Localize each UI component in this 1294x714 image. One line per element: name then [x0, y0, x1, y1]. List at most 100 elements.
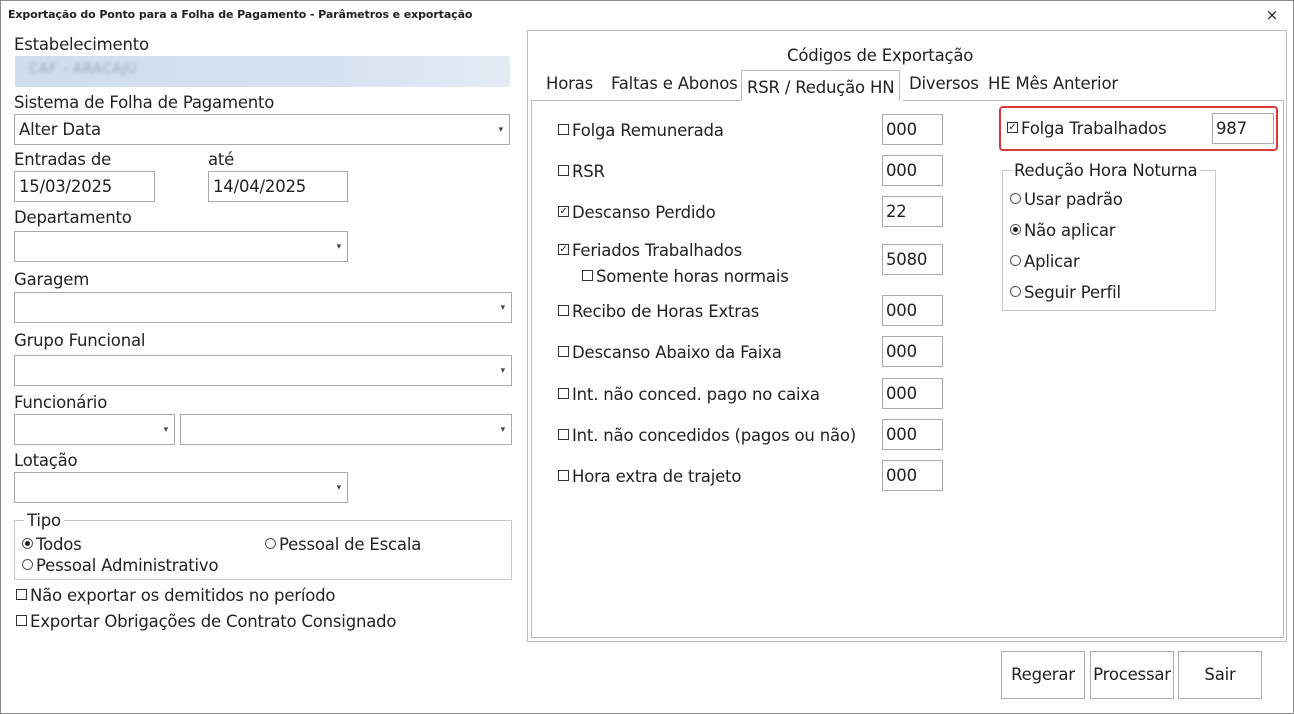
- checkbox-feriados-trabalhados[interactable]: ✓ Feriados Trabalhados: [558, 241, 742, 260]
- code-rsr[interactable]: 000: [882, 155, 943, 186]
- radio-selected-icon: [1010, 224, 1021, 235]
- funcionario-label: Funcionário: [14, 393, 108, 412]
- item-label: Descanso Perdido: [572, 203, 716, 222]
- entradas-de-value: 15/03/2025: [19, 177, 113, 196]
- nao-exportar-label: Não exportar os demitidos no período: [30, 586, 336, 605]
- checkbox-folga-trabalhados[interactable]: ✓ Folga Trabalhados: [1007, 119, 1167, 138]
- code-hora-extra-trajeto[interactable]: 000: [882, 460, 943, 491]
- grupo-label: Grupo Funcional: [14, 331, 146, 350]
- close-icon[interactable]: ×: [1262, 4, 1282, 26]
- radio-admin-label: Pessoal Administrativo: [36, 556, 219, 575]
- code-recibo-horas-extras[interactable]: 000: [882, 295, 943, 326]
- tab-diversos[interactable]: Diversos: [909, 74, 979, 93]
- radio-aplicar[interactable]: Aplicar: [1010, 252, 1080, 271]
- code-folga-remunerada[interactable]: 000: [882, 114, 943, 145]
- garagem-select[interactable]: ▾: [14, 292, 512, 323]
- radio-icon: [265, 538, 276, 549]
- sair-label: Sair: [1204, 665, 1236, 684]
- tab-he-mes-anterior[interactable]: HE Mês Anterior: [988, 74, 1118, 93]
- tab-horas[interactable]: Horas: [546, 74, 593, 93]
- ate-label: até: [208, 150, 235, 169]
- garagem-label: Garagem: [14, 270, 90, 289]
- radio-label: Seguir Perfil: [1024, 283, 1121, 302]
- radio-pessoal-administrativo[interactable]: Pessoal Administrativo: [22, 556, 219, 575]
- checkbox-int-nao-conced-caixa[interactable]: Int. não conced. pago no caixa: [558, 385, 820, 404]
- code-descanso-abaixo-faixa[interactable]: 000: [882, 336, 943, 367]
- checkbox-exportar-obrigacoes[interactable]: Exportar Obrigações de Contrato Consigna…: [16, 612, 397, 631]
- radio-escala-label: Pessoal de Escala: [279, 535, 422, 554]
- checkbox-folga-remunerada[interactable]: Folga Remunerada: [558, 121, 724, 140]
- checkbox-icon: [558, 346, 569, 357]
- radio-label: Não aplicar: [1024, 221, 1116, 240]
- checkbox-icon: [558, 388, 569, 399]
- regerar-label: Regerar: [1011, 665, 1075, 684]
- reducao-legend: Redução Hora Noturna: [1011, 161, 1201, 180]
- item-label: Descanso Abaixo da Faixa: [572, 343, 782, 362]
- chevron-down-icon: ▾: [163, 425, 169, 435]
- checkbox-icon: [582, 270, 593, 281]
- radio-selected-icon: [22, 538, 33, 549]
- sair-button[interactable]: Sair: [1178, 651, 1262, 699]
- checkbox-recibo-horas-extras[interactable]: Recibo de Horas Extras: [558, 302, 759, 321]
- estabelecimento-field[interactable]: CAF - ARACAJU: [15, 56, 510, 87]
- checkbox-descanso-perdido[interactable]: ✓ Descanso Perdido: [558, 203, 716, 222]
- code-feriados-trabalhados[interactable]: 5080: [882, 244, 943, 275]
- checkbox-icon: [558, 305, 569, 316]
- departamento-label: Departamento: [14, 208, 132, 227]
- checkbox-icon: [16, 589, 27, 600]
- processar-button[interactable]: Processar: [1090, 651, 1174, 699]
- checkbox-icon: [16, 615, 27, 626]
- checkbox-descanso-abaixo-faixa[interactable]: Descanso Abaixo da Faixa: [558, 343, 782, 362]
- sistema-value: Alter Data: [19, 120, 101, 139]
- radio-label: Aplicar: [1024, 252, 1080, 271]
- chevron-down-icon: ▾: [336, 483, 342, 493]
- code-folga-trabalhados[interactable]: 987: [1212, 113, 1274, 144]
- sistema-select[interactable]: Alter Data ▾: [14, 114, 510, 145]
- radio-icon: [1010, 193, 1021, 204]
- radio-todos-label: Todos: [36, 535, 82, 554]
- radio-label: Usar padrão: [1024, 190, 1123, 209]
- checkbox-hora-extra-trajeto[interactable]: Hora extra de trajeto: [558, 467, 741, 486]
- tipo-legend: Tipo: [24, 511, 64, 530]
- chevron-down-icon: ▾: [500, 303, 506, 313]
- grupo-select[interactable]: ▾: [14, 355, 512, 386]
- folga-trabalhados-label: Folga Trabalhados: [1021, 119, 1167, 138]
- estabelecimento-label: Estabelecimento: [14, 35, 149, 54]
- checkbox-rsr[interactable]: RSR: [558, 162, 605, 181]
- radio-nao-aplicar[interactable]: Não aplicar: [1010, 221, 1116, 240]
- lotacao-label: Lotação: [14, 451, 78, 470]
- checkmark-icon: ✓: [1007, 122, 1018, 133]
- checkbox-nao-exportar-demitidos[interactable]: Não exportar os demitidos no período: [16, 586, 336, 605]
- radio-todos[interactable]: Todos: [22, 535, 82, 554]
- code-int-nao-concedidos[interactable]: 000: [882, 419, 943, 450]
- item-label: Int. não conced. pago no caixa: [572, 385, 820, 404]
- code-descanso-perdido[interactable]: 22: [882, 196, 943, 227]
- tab-faltas-abonos[interactable]: Faltas e Abonos: [611, 74, 738, 93]
- item-label: Folga Remunerada: [572, 121, 724, 140]
- radio-pessoal-escala[interactable]: Pessoal de Escala: [265, 535, 421, 554]
- checkbox-somente-horas-normais[interactable]: Somente horas normais: [582, 267, 789, 286]
- departamento-select[interactable]: ▾: [14, 231, 348, 262]
- item-label: RSR: [572, 162, 605, 181]
- radio-seguir-perfil[interactable]: Seguir Perfil: [1010, 283, 1121, 302]
- checkbox-icon: [558, 165, 569, 176]
- item-label: Feriados Trabalhados: [572, 241, 743, 260]
- checkbox-int-nao-concedidos[interactable]: Int. não concedidos (pagos ou não): [558, 426, 856, 445]
- window-title: Exportação do Ponto para a Folha de Paga…: [8, 8, 473, 21]
- code-int-nao-conced-caixa[interactable]: 000: [882, 378, 943, 409]
- funcionario-name-select[interactable]: ▾: [180, 414, 512, 445]
- checkmark-icon: ✓: [558, 244, 569, 255]
- estabelecimento-value: CAF - ARACAJU: [29, 62, 138, 77]
- radio-usar-padrao[interactable]: Usar padrão: [1010, 190, 1123, 209]
- chevron-down-icon: ▾: [336, 242, 342, 252]
- checkbox-icon: [558, 470, 569, 481]
- funcionario-code-select[interactable]: ▾: [14, 414, 175, 445]
- item-label: Hora extra de trajeto: [572, 467, 742, 486]
- regerar-button[interactable]: Regerar: [1001, 651, 1085, 699]
- codigos-header: Códigos de Exportação: [787, 46, 974, 65]
- ate-field[interactable]: 14/04/2025: [208, 171, 348, 202]
- tab-rsr-reducao-hn[interactable]: RSR / Redução HN: [741, 70, 901, 101]
- lotacao-select[interactable]: ▾: [14, 472, 348, 503]
- entradas-de-field[interactable]: 15/03/2025: [14, 171, 155, 202]
- sistema-label: Sistema de Folha de Pagamento: [14, 93, 275, 112]
